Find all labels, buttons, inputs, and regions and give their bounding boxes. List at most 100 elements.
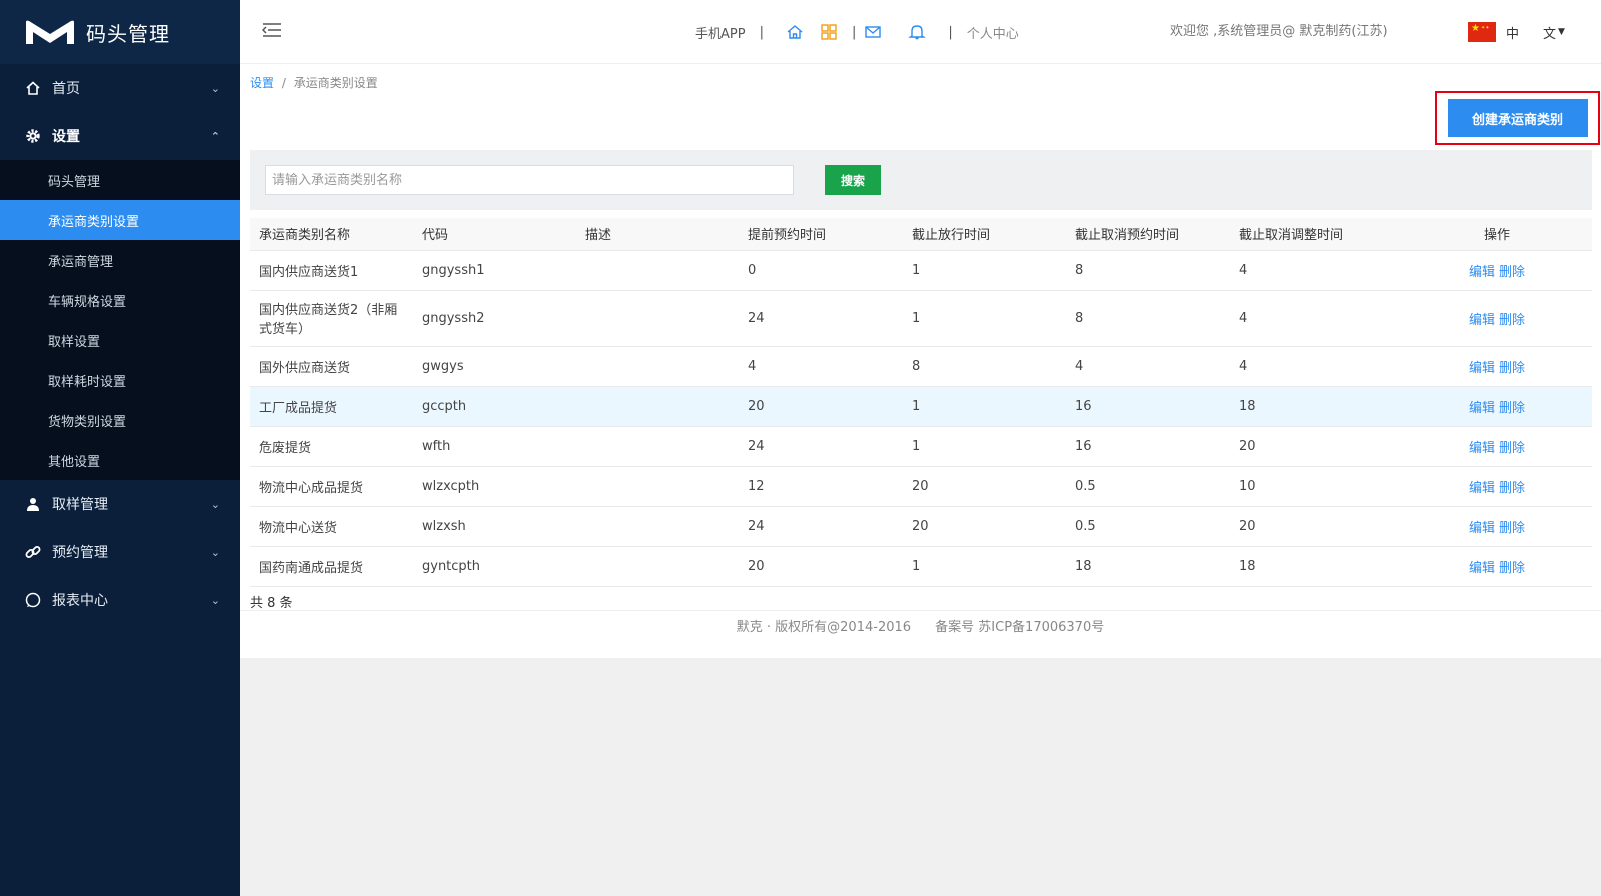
sidebar-item-vehicle-spec-settings[interactable]: 车辆规格设置 [0, 280, 240, 320]
column-header[interactable]: 截止取消调整时间 [1230, 218, 1393, 251]
table-cell-code: wlzxsh [413, 506, 576, 547]
sidebar-item-carrier-management[interactable]: 承运商管理 [0, 240, 240, 280]
breadcrumb-parent[interactable]: 设置 [250, 76, 274, 90]
sidebar-item-goods-category-settings[interactable]: 货物类别设置 [0, 400, 240, 440]
table-cell-actions: 编辑 删除 [1393, 546, 1592, 587]
table-cell-actions: 编辑 删除 [1393, 250, 1592, 291]
table-row[interactable]: 国外供应商送货 gwgys 4 8 4 4 编辑 删除 [250, 346, 1592, 387]
personal-center-link[interactable]: 个人中心 [967, 23, 1019, 42]
delete-link[interactable]: 删除 [1499, 265, 1525, 280]
table-header-row: 承运商类别名称 代码 描述 提前预约时间 截止放行时间 截止取消预约时间 截止取… [250, 218, 1592, 251]
search-button[interactable]: 搜索 [825, 165, 881, 195]
table-body: 国内供应商送货1 gngyssh1 0 1 8 4 编辑 删除 国内供应商送货2（非厢式货车） g… [250, 250, 1592, 587]
table-cell-code: gngyssh2 [413, 290, 576, 347]
sidebar-item-home[interactable]: 首页 ⌄ [0, 64, 240, 112]
home-icon[interactable] [786, 23, 804, 41]
delete-link[interactable]: 删除 [1499, 481, 1525, 496]
delete-link[interactable]: 删除 [1499, 561, 1525, 576]
sidebar-item-settings[interactable]: 设置 ⌃ [0, 112, 240, 160]
table-row[interactable]: 国内供应商送货2（非厢式货车） gngyssh2 24 1 8 4 编辑 删除 [250, 290, 1592, 347]
total-count: 共 8 条 [250, 596, 293, 611]
table-cell-name: 国外供应商送货 [250, 346, 413, 387]
apps-grid-icon[interactable] [820, 23, 838, 41]
chevron-down-icon: ⌄ [210, 497, 220, 511]
delete-link[interactable]: 删除 [1499, 441, 1525, 456]
sidebar-item-dock-management[interactable]: 码头管理 [0, 160, 240, 200]
sidebar-group-sampling: 取样管理 ⌄ [0, 480, 240, 528]
edit-link[interactable]: 编辑 [1469, 361, 1495, 376]
menu-toggle-icon[interactable] [262, 22, 282, 38]
breadcrumb: 设置 / 承运商类别设置 [250, 74, 378, 91]
table-cell-code: wlzxcpth [413, 466, 576, 507]
logo[interactable]: 码头管理 [0, 0, 240, 64]
nav-separator: | [759, 24, 764, 40]
table-cell-cancel-adjust: 4 [1230, 290, 1393, 347]
table-row[interactable]: 国药南通成品提货 gyntcpth 20 1 18 18 编辑 删除 [250, 546, 1592, 587]
table-cell-code: gyntcpth [413, 546, 576, 587]
breadcrumb-separator: / [281, 76, 286, 90]
table-cell-actions: 编辑 删除 [1393, 346, 1592, 387]
column-header[interactable]: 截止取消预约时间 [1066, 218, 1230, 251]
sidebar-item-carrier-category-settings[interactable]: 承运商类别设置 [0, 200, 240, 240]
sidebar-group-settings: 设置 ⌃ 码头管理 承运商类别设置 承运商管理 车辆规格设置 取样设置 取样耗时… [0, 112, 240, 480]
table-row[interactable]: 物流中心送货 wlzxsh 24 20 0.5 20 编辑 删除 [250, 506, 1592, 547]
table-cell-cancel-booking: 0.5 [1066, 466, 1230, 507]
main-area: 设置 / 承运商类别设置 创建承运商类别 搜索 承运商类别名称 代码 描述 提前… [240, 64, 1601, 896]
delete-link[interactable]: 删除 [1499, 361, 1525, 376]
table-cell-name: 物流中心送货 [250, 506, 413, 547]
edit-link[interactable]: 编辑 [1469, 265, 1495, 280]
sidebar-item-label: 取样管理 [52, 497, 108, 513]
bell-icon[interactable] [908, 23, 927, 41]
chevron-down-icon: ⌄ [210, 545, 220, 559]
column-header[interactable]: 截止放行时间 [903, 218, 1066, 251]
sidebar-item-sampling-time-settings[interactable]: 取样耗时设置 [0, 360, 240, 400]
table-cell-cancel-adjust: 4 [1230, 250, 1393, 291]
table-cell-advance: 24 [739, 426, 903, 467]
table-cell-actions: 编辑 删除 [1393, 466, 1592, 507]
edit-link[interactable]: 编辑 [1469, 313, 1495, 328]
gear-icon [24, 127, 42, 145]
table-cell-cancel-adjust: 20 [1230, 506, 1393, 547]
table-row[interactable]: 危废提货 wfth 24 1 16 20 编辑 删除 [250, 426, 1592, 467]
sidebar-item-sampling-management[interactable]: 取样管理 ⌄ [0, 480, 240, 528]
settings-submenu: 码头管理 承运商类别设置 承运商管理 车辆规格设置 取样设置 取样耗时设置 货物… [0, 160, 240, 480]
user-icon [24, 495, 42, 513]
table-row[interactable]: 物流中心成品提货 wlzxcpth 12 20 0.5 10 编辑 删除 [250, 466, 1592, 507]
table-cell-release: 20 [903, 466, 1066, 507]
table-row[interactable]: 国内供应商送货1 gngyssh1 0 1 8 4 编辑 删除 [250, 250, 1592, 291]
sidebar-item-booking-management[interactable]: 预约管理 ⌄ [0, 528, 240, 576]
edit-link[interactable]: 编辑 [1469, 561, 1495, 576]
delete-link[interactable]: 删除 [1499, 313, 1525, 328]
caret-down-icon: ▼ [1558, 27, 1565, 37]
table-cell-cancel-booking: 18 [1066, 546, 1230, 587]
table-cell-release: 1 [903, 426, 1066, 467]
search-input[interactable] [265, 165, 794, 195]
column-header[interactable]: 代码 [413, 218, 576, 251]
delete-link[interactable]: 删除 [1499, 401, 1525, 416]
table-cell-code: gngyssh1 [413, 250, 576, 291]
delete-link[interactable]: 删除 [1499, 521, 1525, 536]
sidebar-item-report-center[interactable]: 报表中心 ⌄ [0, 576, 240, 624]
lang-zh-label[interactable]: 中 [1506, 23, 1519, 42]
language-switcher[interactable]: 中 文 ▼ [1468, 20, 1565, 44]
mail-icon[interactable] [864, 23, 882, 41]
table-cell-advance: 24 [739, 506, 903, 547]
column-header[interactable]: 承运商类别名称 [250, 218, 413, 251]
edit-link[interactable]: 编辑 [1469, 401, 1495, 416]
table-cell-cancel-adjust: 10 [1230, 466, 1393, 507]
create-carrier-category-button[interactable]: 创建承运商类别 [1447, 99, 1588, 137]
table-cell-desc [576, 426, 739, 467]
edit-link[interactable]: 编辑 [1469, 441, 1495, 456]
column-header[interactable]: 提前预约时间 [739, 218, 903, 251]
table-cell-actions: 编辑 删除 [1393, 386, 1592, 427]
edit-link[interactable]: 编辑 [1469, 521, 1495, 536]
sidebar-item-sampling-settings[interactable]: 取样设置 [0, 320, 240, 360]
edit-link[interactable]: 编辑 [1469, 481, 1495, 496]
sidebar-item-other-settings[interactable]: 其他设置 [0, 440, 240, 480]
chevron-up-icon: ⌃ [210, 129, 220, 143]
mobile-app-link[interactable]: 手机APP [695, 23, 746, 42]
lang-en-label[interactable]: 文 [1543, 23, 1556, 42]
table-cell-actions: 编辑 删除 [1393, 506, 1592, 547]
column-header[interactable]: 描述 [576, 218, 739, 251]
table-row[interactable]: 工厂成品提货 gccpth 20 1 16 18 编辑 删除 [250, 386, 1592, 427]
